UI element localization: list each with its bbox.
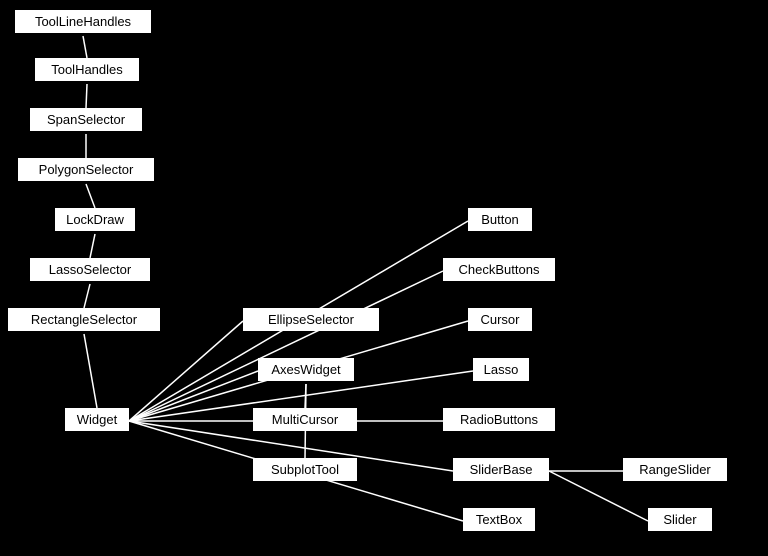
node-rectangleselector: RectangleSelector [8, 308, 160, 331]
node-checkbuttons: CheckButtons [443, 258, 555, 281]
node-polygonselector: PolygonSelector [18, 158, 154, 181]
node-axeswidget: AxesWidget [258, 358, 354, 381]
node-lassoselector: LassoSelector [30, 258, 150, 281]
node-rangeslider: RangeSlider [623, 458, 727, 481]
node-lasso: Lasso [473, 358, 529, 381]
node-radiobuttons: RadioButtons [443, 408, 555, 431]
node-lockdraw: LockDraw [55, 208, 135, 231]
node-slider: Slider [648, 508, 712, 531]
node-toolhandles: ToolHandles [35, 58, 139, 81]
node-ellipseselector: EllipseSelector [243, 308, 379, 331]
node-spanselector: SpanSelector [30, 108, 142, 131]
node-toollinehandles: ToolLineHandles [15, 10, 151, 33]
node-subplottool: SubplotTool [253, 458, 357, 481]
node-cursor: Cursor [468, 308, 532, 331]
node-widget: Widget [65, 408, 129, 431]
node-multicursor: MultiCursor [253, 408, 357, 431]
node-sliderbase: SliderBase [453, 458, 549, 481]
node-button: Button [468, 208, 532, 231]
node-textbox: TextBox [463, 508, 535, 531]
